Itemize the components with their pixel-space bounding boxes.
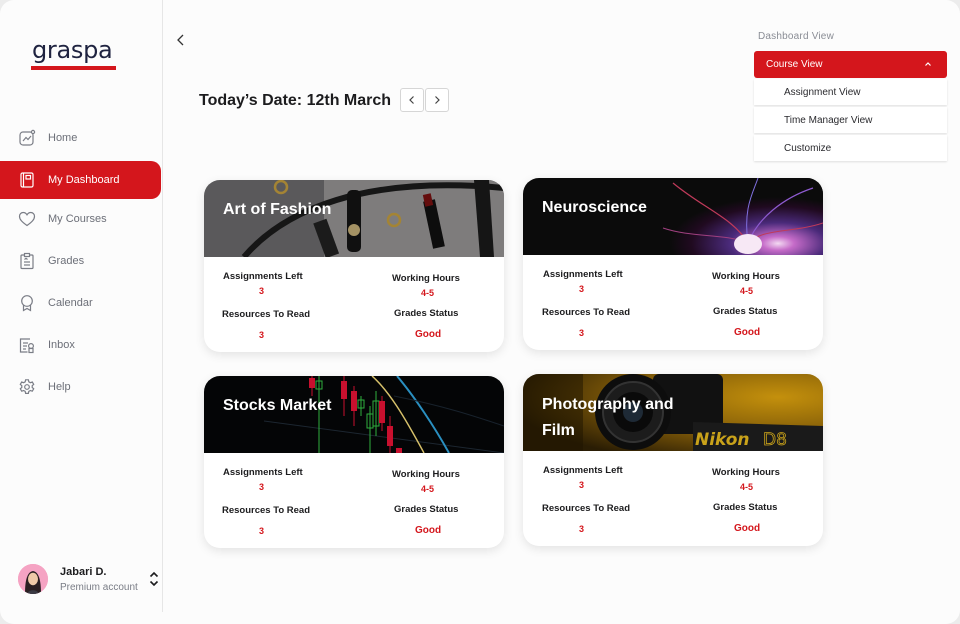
sidebar-item-label: Grades	[48, 255, 85, 267]
grades-status-value: Good	[415, 525, 442, 536]
course-card-stocks-market[interactable]: Stocks Market Assignments Left 3 Working…	[204, 376, 504, 548]
dropdown-option-assignment-view[interactable]: Assignment View	[754, 79, 947, 105]
next-date-button[interactable]	[425, 88, 449, 112]
document-badge-icon	[18, 336, 36, 354]
working-hours-label: Working Hours	[712, 467, 780, 478]
sidebar-item-grades[interactable]: Grades	[0, 242, 161, 280]
grades-status-value: Good	[415, 329, 442, 340]
course-title: Neuroscience	[542, 199, 647, 216]
chevron-right-icon	[435, 96, 440, 104]
resources-to-read-value: 3	[579, 524, 585, 534]
grades-status-label: Grades Status	[713, 502, 778, 513]
course-image: Stocks Market	[204, 376, 504, 454]
award-ribbon-icon	[18, 294, 36, 312]
sidebar-item-label: My Dashboard	[48, 174, 120, 186]
working-hours-value: 4-5	[421, 288, 435, 298]
sidebar-item-my-courses[interactable]: My Courses	[0, 200, 161, 238]
dropdown-option-customize[interactable]: Customize	[754, 135, 947, 161]
grades-status-value: Good	[734, 327, 761, 338]
working-hours-value: 4-5	[740, 482, 754, 492]
course-title: Art of Fashion	[223, 201, 332, 218]
working-hours-value: 4-5	[421, 484, 435, 494]
sidebar-item-my-dashboard[interactable]: My Dashboard	[0, 161, 161, 199]
working-hours-label: Working Hours	[712, 271, 780, 282]
sidebar-item-label: Help	[48, 381, 71, 393]
chevron-left-icon	[409, 96, 414, 104]
sidebar: graspa Home My Dashboard My Courses Grad	[0, 0, 163, 612]
dashboard-view-select[interactable]: Course View	[754, 51, 947, 78]
chevron-up-icon	[925, 62, 931, 66]
dashboard-view-label: Dashboard View	[758, 31, 834, 42]
dashboard-view-selected: Course View	[766, 59, 823, 70]
grades-status-value: Good	[734, 523, 761, 534]
sidebar-item-label: Calendar	[48, 297, 93, 309]
resources-to-read-label: Resources To Read	[542, 503, 630, 514]
working-hours-label: Working Hours	[392, 469, 460, 480]
sidebar-item-label: My Courses	[48, 213, 107, 225]
svg-text:Nikon: Nikon	[695, 430, 750, 450]
course-image: Neuroscience	[523, 178, 823, 255]
grades-status-label: Grades Status	[394, 504, 459, 515]
grades-status-label: Grades Status	[713, 306, 778, 317]
heart-icon	[18, 210, 36, 228]
user-plan: Premium account	[60, 581, 138, 593]
course-title-line-2: Film	[542, 422, 575, 439]
sidebar-item-help[interactable]: Help	[0, 368, 161, 406]
assignments-left-value: 3	[259, 482, 265, 492]
course-title-line-1: Photography and	[542, 396, 674, 413]
logo[interactable]: graspa	[32, 36, 113, 64]
course-card-photography-and-film[interactable]: Nikon D8 Photography and Film Assignment…	[523, 374, 823, 546]
assignments-left-label: Assignments Left	[543, 465, 623, 476]
notebook-icon	[18, 171, 36, 189]
user-profile[interactable]: Jabari D. Premium account	[18, 564, 138, 594]
resources-to-read-value: 3	[579, 328, 585, 338]
resources-to-read-label: Resources To Read	[222, 505, 310, 516]
chevron-left-icon	[177, 34, 184, 46]
resources-to-read-value: 3	[259, 526, 265, 536]
course-card-neuroscience[interactable]: Neuroscience Assignments Left 3 Working …	[523, 178, 823, 350]
gear-icon	[18, 378, 36, 396]
assignments-left-value: 3	[259, 286, 265, 296]
assignments-left-value: 3	[579, 480, 585, 490]
avatar	[18, 564, 48, 594]
course-image: Nikon D8 Photography and Film	[523, 374, 823, 451]
course-card-art-of-fashion[interactable]: Art of Fashion Assignments Left 3 Workin…	[204, 180, 504, 352]
sidebar-item-calendar[interactable]: Calendar	[0, 284, 161, 322]
assignments-left-label: Assignments Left	[543, 269, 623, 280]
dropdown-option-time-manager-view[interactable]: Time Manager View	[754, 107, 947, 133]
previous-date-button[interactable]	[400, 88, 424, 112]
collapse-sidebar-button[interactable]	[174, 32, 188, 48]
assignments-left-label: Assignments Left	[223, 271, 303, 282]
logo-underline	[31, 66, 116, 70]
svg-text:D8: D8	[763, 430, 787, 450]
chart-line-icon	[18, 129, 36, 147]
resources-to-read-label: Resources To Read	[542, 307, 630, 318]
app-window: graspa Home My Dashboard My Courses Grad	[0, 0, 960, 624]
sidebar-item-inbox[interactable]: Inbox	[0, 326, 161, 364]
user-name: Jabari D.	[60, 565, 107, 578]
assignments-left-label: Assignments Left	[223, 467, 303, 478]
resources-to-read-label: Resources To Read	[222, 309, 310, 320]
clipboard-icon	[18, 252, 36, 270]
resources-to-read-value: 3	[259, 330, 265, 340]
assignments-left-value: 3	[579, 284, 585, 294]
sidebar-item-label: Home	[48, 132, 78, 144]
sidebar-item-home[interactable]: Home	[0, 119, 161, 157]
course-image: Art of Fashion	[204, 180, 504, 259]
course-title: Stocks Market	[223, 397, 332, 414]
working-hours-value: 4-5	[740, 286, 754, 296]
account-switcher-chevrons-icon[interactable]	[148, 570, 160, 588]
working-hours-label: Working Hours	[392, 273, 460, 284]
page-title: Today’s Date: 12th March	[199, 92, 392, 109]
sidebar-item-label: Inbox	[48, 339, 75, 351]
grades-status-label: Grades Status	[394, 308, 459, 319]
